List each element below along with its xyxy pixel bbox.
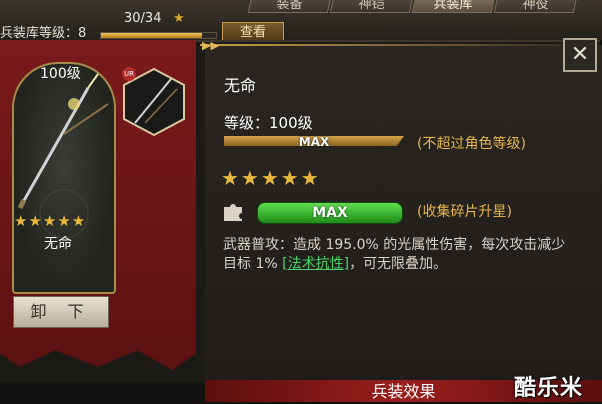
- arrow-ornament-icon: ▶▶: [202, 39, 219, 52]
- weapon-description: 武器普攻：造成 195.0% 的光属性伤害，每次攻击减少目标 1% [法术抗性]…: [223, 236, 571, 274]
- armory-progress-bar: [100, 32, 217, 39]
- magic-resistance-link[interactable]: [法术抗性]: [282, 256, 349, 272]
- tab-equipment[interactable]: 装备: [247, 0, 333, 13]
- card-stars: ★★★★★: [14, 212, 87, 230]
- tab-divine-service[interactable]: 神役: [493, 0, 579, 13]
- weapon-stars: ★★★★★: [221, 166, 321, 190]
- armory-progress-text: 30/34: [124, 11, 162, 26]
- tab-armory[interactable]: 兵装库: [411, 0, 497, 13]
- tab-label: 装备: [276, 0, 303, 12]
- weapon-level: 等级：100级: [224, 114, 313, 132]
- tab-label: 兵装库: [433, 0, 473, 12]
- fragment-note: (收集碎片升星): [417, 204, 512, 220]
- weapon-name: 无命: [224, 76, 257, 95]
- unequip-button[interactable]: 卸 下: [13, 296, 109, 328]
- level-bar-label: MAX: [298, 135, 330, 149]
- fragment-progress-bar: MAX: [257, 202, 403, 224]
- watermark-logo: 酷乐米: [514, 376, 584, 401]
- weapon-card: [12, 62, 116, 294]
- panel-divider: [200, 44, 602, 46]
- card-weapon-name: 无命: [44, 236, 72, 252]
- tab-divine-armor[interactable]: 神铠: [329, 0, 415, 13]
- puzzle-piece-icon: [222, 201, 244, 223]
- spear-icon: [17, 73, 109, 239]
- card-level: 100级: [40, 66, 81, 82]
- armory-level-label: 兵装库等级：8: [0, 26, 87, 41]
- top-bar: 装备 神铠 兵装库 神役 兵装库等级：8 30/34 ★ 查看: [0, 0, 602, 44]
- level-note: (不超过角色等级): [417, 136, 526, 152]
- close-button[interactable]: ✕: [563, 38, 597, 72]
- star-icon: ★: [173, 11, 185, 26]
- tab-strip: 装备 神铠 兵装库 神役: [247, 0, 579, 13]
- tab-label: 神役: [522, 0, 549, 12]
- rarity-badge: UR: [122, 67, 136, 81]
- close-icon: ✕: [570, 42, 590, 67]
- desc-text-end: ，可无限叠加。: [349, 256, 448, 272]
- tab-label: 神铠: [358, 0, 385, 12]
- armory-progress-fill: [101, 33, 203, 38]
